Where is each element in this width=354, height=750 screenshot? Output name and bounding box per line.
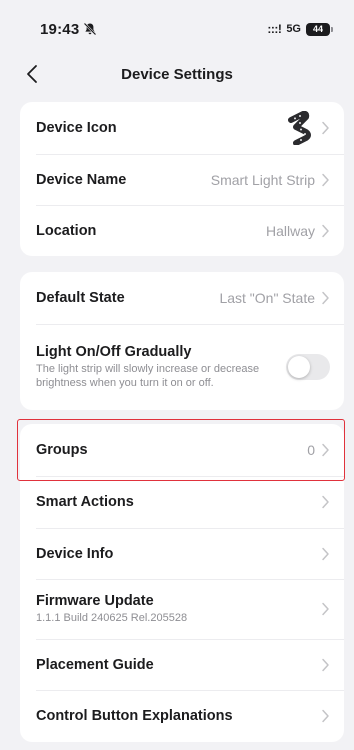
navigation-bar: Device Settings: [0, 52, 354, 96]
device-icon-row[interactable]: Device Icon: [20, 102, 344, 154]
chevron-right-icon: [322, 547, 329, 560]
location-right: Hallway: [266, 223, 330, 239]
gradual-text: Light On/Off Gradually The light strip w…: [36, 344, 284, 390]
device-info-label: Device Info: [36, 545, 114, 562]
smart-actions-label: Smart Actions: [36, 494, 134, 510]
battery-icon: 44: [306, 22, 333, 36]
smart-actions-row[interactable]: Smart Actions: [20, 476, 344, 528]
more-settings-card: Groups 0 Smart Actions Device Info Firmw…: [20, 424, 344, 742]
device-name-label: Device Name: [36, 171, 127, 188]
default-state-value: Last "On" State: [219, 290, 315, 306]
status-time-group: 19:43: [40, 21, 97, 38]
device-settings-screen: 19:43 :::! 5G 44 Device Settings Device …: [0, 0, 354, 750]
device-name-right: Smart Light Strip: [211, 172, 330, 188]
chevron-right-icon: [322, 224, 329, 237]
status-indicators: :::! 5G 44: [267, 22, 333, 36]
battery-level: 44: [312, 24, 323, 34]
location-label: Location: [36, 222, 97, 239]
chevron-right-icon: [322, 709, 329, 723]
chevron-right-icon: [322, 291, 329, 305]
groups-label: Groups: [36, 442, 88, 458]
gradual-row: Light On/Off Gradually The light strip w…: [20, 324, 344, 410]
chevron-left-icon: [27, 65, 37, 83]
signal-icon: :::!: [267, 22, 282, 36]
light-strip-icon: [288, 111, 311, 145]
status-time: 19:43: [40, 20, 80, 38]
firmware-row[interactable]: Firmware Update 1.1.1 Build 240625 Rel.2…: [20, 579, 344, 639]
device-icon-right: [285, 111, 330, 145]
status-bar: 19:43 :::! 5G 44: [0, 0, 354, 52]
gradual-description: The light strip will slowly increase or …: [36, 363, 260, 389]
location-value: Hallway: [265, 222, 315, 239]
chevron-right-icon: [322, 602, 329, 616]
device-name-row[interactable]: Device Name Smart Light Strip: [20, 154, 344, 205]
placement-guide-row[interactable]: Placement Guide: [20, 639, 344, 690]
groups-count: 0: [307, 442, 315, 458]
bell-off-icon: [84, 22, 97, 36]
back-button[interactable]: [18, 60, 46, 88]
placement-guide-label: Placement Guide: [36, 656, 154, 673]
location-row[interactable]: Location Hallway: [20, 205, 344, 256]
default-state-row[interactable]: Default State Last "On" State: [20, 272, 344, 324]
firmware-version: 1.1.1 Build 240625 Rel.205528: [36, 612, 188, 624]
chevron-right-icon: [322, 658, 329, 671]
groups-row[interactable]: Groups 0: [20, 424, 344, 476]
groups-right: 0: [307, 442, 330, 458]
toggle-knob: [288, 356, 310, 378]
gradual-toggle[interactable]: [286, 354, 330, 380]
gradual-label: Light On/Off Gradually: [36, 344, 192, 360]
default-state-right: Last "On" State: [219, 290, 330, 306]
device-info-row[interactable]: Device Info: [20, 528, 344, 579]
page-title: Device Settings: [121, 65, 233, 83]
chevron-right-icon: [322, 495, 329, 509]
firmware-label: Firmware Update: [36, 593, 154, 609]
network-type: 5G: [286, 23, 301, 35]
device-basics-card: Device Icon Device Name Smart Light Stri…: [20, 102, 344, 256]
chevron-right-icon: [322, 443, 329, 457]
chevron-right-icon: [322, 121, 329, 135]
control-button-label: Control Button Explanations: [36, 708, 233, 724]
default-state-label: Default State: [36, 290, 125, 306]
chevron-right-icon: [322, 173, 329, 186]
control-button-row[interactable]: Control Button Explanations: [20, 690, 344, 742]
behavior-card: Default State Last "On" State Light On/O…: [20, 272, 344, 410]
device-icon-label: Device Icon: [36, 120, 117, 136]
device-name-value: Smart Light Strip: [210, 171, 315, 188]
firmware-text: Firmware Update 1.1.1 Build 240625 Rel.2…: [36, 593, 187, 625]
